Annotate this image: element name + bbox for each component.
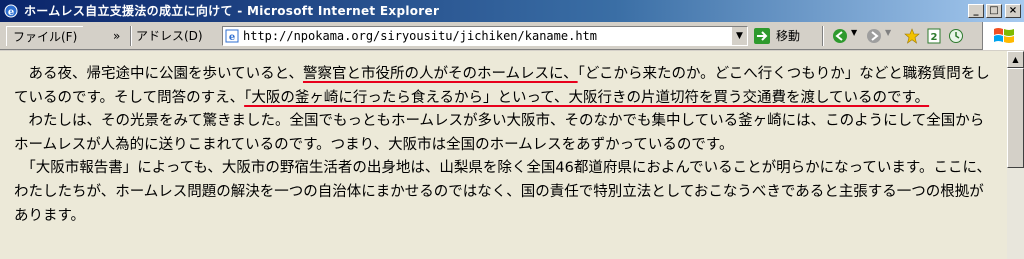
windows-logo-icon xyxy=(982,22,1024,50)
toolbar-separator xyxy=(130,26,132,46)
highlighted-text: 「大阪の釜ヶ崎に行ったら食えるから」といって、大阪行きの片道切符を買う交通費を渡… xyxy=(244,89,930,106)
paragraph-1: ある夜、帰宅途中に公園を歩いていると、警察官と市役所の人がそのホームレスに、「ど… xyxy=(14,63,994,110)
go-arrow-icon xyxy=(754,28,770,44)
toolbar-overflow-chevron-icon[interactable]: » xyxy=(113,26,120,46)
maximize-button[interactable]: □ xyxy=(986,4,1002,18)
title-bar: e ホームレス自立支援法の成立に向けて - Microsoft Internet… xyxy=(0,0,1024,22)
close-button[interactable]: × xyxy=(1005,4,1021,18)
favorites-star-icon[interactable] xyxy=(904,28,920,44)
svg-text:e: e xyxy=(229,32,235,43)
toolbar: ファイル(F) » アドレス(D) e http://npokama.org/s… xyxy=(0,22,1024,50)
history-icon[interactable] xyxy=(948,28,964,44)
scrollbar-thumb[interactable] xyxy=(1007,68,1024,168)
page-content: ある夜、帰宅途中に公園を歩いていると、警察官と市役所の人がそのホームレスに、「ど… xyxy=(0,51,1007,259)
forward-icon[interactable] xyxy=(866,28,882,44)
back-dropdown-icon[interactable]: ▼ xyxy=(851,28,857,37)
minimize-button[interactable]: _ xyxy=(968,4,984,18)
toolbar-separator xyxy=(822,26,824,46)
file-menu[interactable]: ファイル(F) xyxy=(6,26,84,46)
address-dropdown-icon[interactable]: ▼ xyxy=(731,27,747,45)
paragraph-3: 「大阪市報告書」によっても、大阪市の野宿生活者の出身地は、山梨県を除く全国46都… xyxy=(14,160,992,224)
text-segment: ある夜、帰宅途中に公園を歩いていると、 xyxy=(14,66,303,82)
forward-dropdown-icon[interactable]: ▼ xyxy=(885,28,891,37)
go-label: 移動 xyxy=(776,29,801,43)
vertical-scrollbar[interactable]: ▲ xyxy=(1007,51,1024,259)
article-text: ある夜、帰宅途中に公園を歩いていると、警察官と市役所の人がそのホームレスに、「ど… xyxy=(14,63,994,228)
address-bar[interactable]: e http://npokama.org/siryousitu/jichiken… xyxy=(222,26,748,46)
browser-window: e ホームレス自立支援法の成立に向けて - Microsoft Internet… xyxy=(0,0,1024,259)
highlighted-text: 警察官と市役所の人がそのホームレスに、 xyxy=(302,66,578,82)
window-title: ホームレス自立支援法の成立に向けて - Microsoft Internet E… xyxy=(24,4,440,18)
ie-icon: e xyxy=(4,4,18,18)
address-label: アドレス(D) xyxy=(136,29,203,43)
url-text[interactable]: http://npokama.org/siryousitu/jichiken/k… xyxy=(243,27,597,45)
scroll-up-arrow-icon[interactable]: ▲ xyxy=(1007,51,1024,68)
back-icon[interactable] xyxy=(832,28,848,44)
paragraph-2: わたしは、その光景をみて驚きました。全国でもっともホームレスが多い大阪市、そのな… xyxy=(14,113,985,153)
edit-icon[interactable]: 2 xyxy=(926,28,942,44)
svg-text:e: e xyxy=(8,7,14,18)
page-icon: e xyxy=(225,29,239,43)
svg-text:2: 2 xyxy=(931,32,938,43)
